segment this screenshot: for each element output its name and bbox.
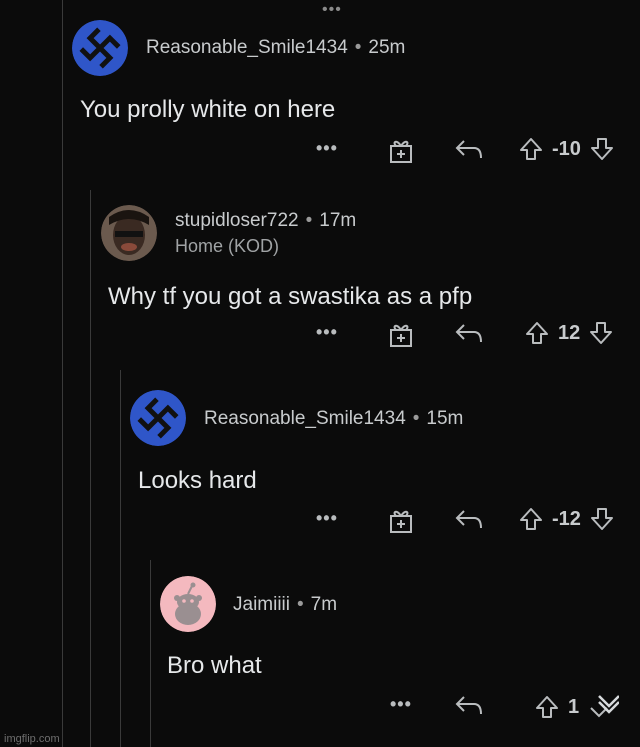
more-options-button[interactable]: ••• (316, 138, 338, 159)
reply-icon[interactable] (454, 506, 484, 532)
comment-text: You prolly white on here (80, 96, 336, 123)
comment-actions: ••• -10 (0, 136, 640, 166)
avatar[interactable] (160, 576, 216, 632)
avatar[interactable] (101, 205, 157, 261)
timestamp: 25m (368, 37, 406, 58)
collapsed-thread-dots[interactable]: ••• (322, 2, 342, 18)
comment-text: Looks hard (138, 467, 257, 494)
separator-dot: • (297, 594, 304, 615)
downvote-icon[interactable] (589, 506, 615, 532)
more-options-button[interactable]: ••• (390, 694, 412, 715)
reply-icon[interactable] (454, 320, 484, 346)
timestamp: 17m (319, 210, 357, 231)
watermark: imgflip.com (4, 733, 60, 745)
upvote-icon[interactable] (518, 506, 544, 532)
award-icon[interactable] (388, 506, 414, 534)
comment-text: Why tf you got a swastika as a pfp (108, 283, 473, 310)
vote-count: 1 (568, 695, 580, 718)
avatar[interactable] (72, 20, 128, 76)
comment-author[interactable]: Reasonable_Smile1434 • 25m (146, 37, 405, 59)
thread-line[interactable] (120, 370, 121, 747)
username[interactable]: Reasonable_Smile1434 (146, 37, 348, 58)
separator-dot: • (354, 37, 362, 58)
vote-count: -12 (552, 507, 581, 530)
upvote-icon[interactable] (524, 320, 550, 346)
downvote-icon[interactable] (589, 136, 615, 162)
avatar[interactable] (130, 390, 186, 446)
comment-actions: ••• 1 (0, 692, 640, 722)
comment-author[interactable]: Jaimiiii • 7m (233, 594, 337, 616)
separator-dot: • (305, 210, 313, 231)
comment-author[interactable]: stupidloser722 • 17m (175, 210, 356, 232)
upvote-icon[interactable] (518, 136, 544, 162)
more-options-button[interactable]: ••• (316, 322, 338, 343)
reply-icon[interactable] (454, 136, 484, 162)
comment-text: Bro what (167, 652, 262, 679)
vote-group: 1 (534, 692, 620, 722)
award-icon[interactable] (388, 136, 414, 164)
thread-line[interactable] (62, 0, 63, 747)
vote-count: 12 (558, 321, 581, 344)
vote-group: -10 (518, 136, 615, 162)
reply-icon[interactable] (454, 692, 484, 718)
username[interactable]: Jaimiiii (233, 594, 290, 615)
comment-actions: ••• 12 (0, 320, 640, 350)
comment-actions: ••• -12 (0, 506, 640, 536)
more-options-button[interactable]: ••• (316, 508, 338, 529)
downvote-icon[interactable] (588, 320, 614, 346)
timestamp: 15m (426, 408, 464, 429)
vote-group: -12 (518, 506, 615, 532)
timestamp: 7m (310, 594, 338, 615)
username[interactable]: stupidloser722 (175, 210, 299, 231)
vote-count: -10 (552, 137, 581, 160)
username[interactable]: Reasonable_Smile1434 (204, 408, 406, 429)
comment-author[interactable]: Reasonable_Smile1434 • 15m (204, 408, 463, 430)
separator-dot: • (412, 408, 420, 429)
user-flair: Home (KOD) (175, 236, 280, 256)
vote-group: 12 (524, 320, 614, 346)
downvote-icon[interactable] (585, 692, 620, 722)
upvote-icon[interactable] (534, 694, 560, 720)
award-icon[interactable] (388, 320, 414, 348)
thread-line[interactable] (90, 190, 91, 747)
